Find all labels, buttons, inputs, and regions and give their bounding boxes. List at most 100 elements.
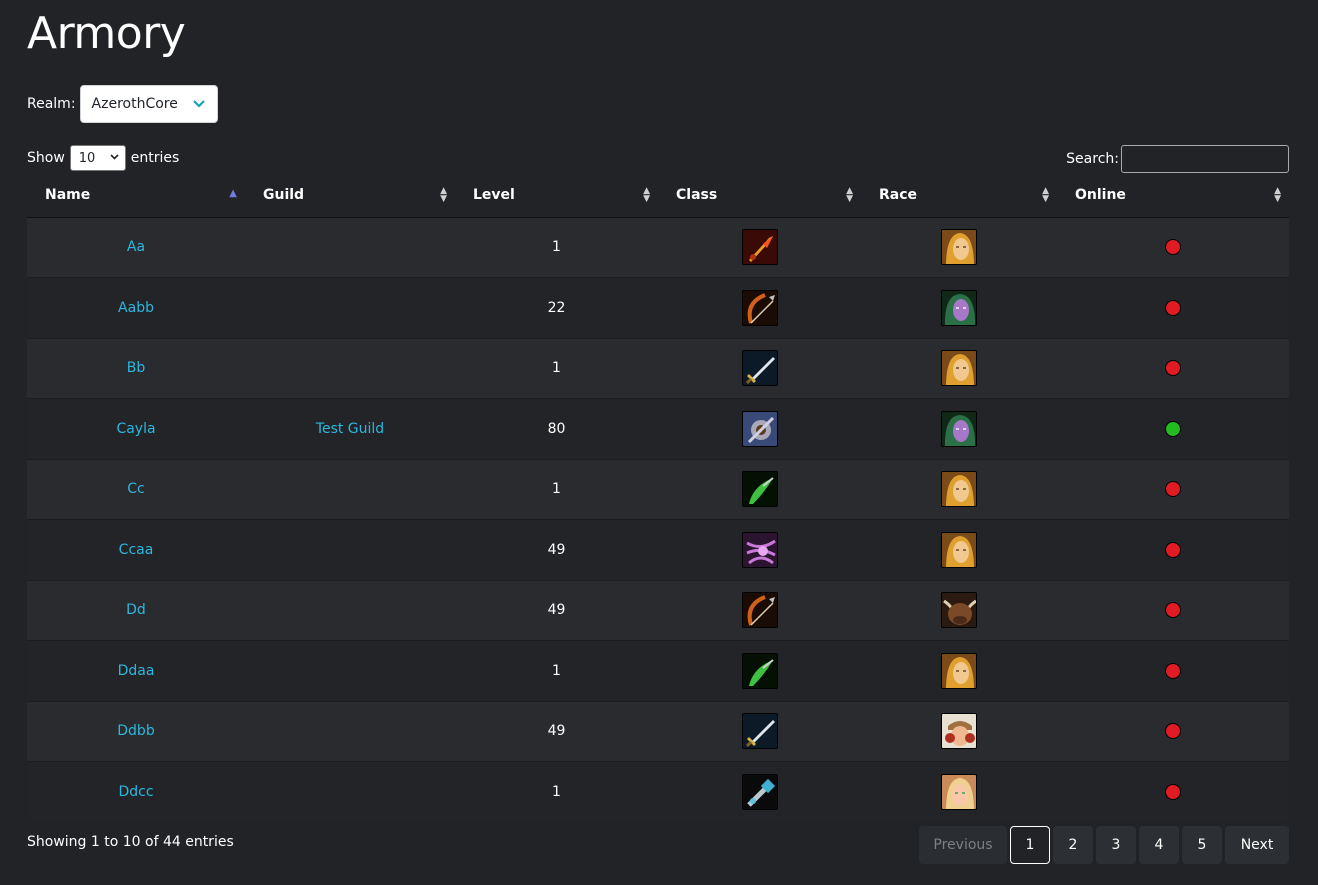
character-name-link[interactable]: Aabb (118, 300, 154, 316)
hunter-icon (741, 592, 778, 629)
cell-level: 1 (455, 458, 658, 520)
character-name-link[interactable]: Ccaa (119, 542, 154, 558)
level-value: 49 (547, 541, 566, 558)
cell-name: Dd (27, 579, 245, 641)
guild-link[interactable]: Test Guild (316, 421, 384, 437)
cell-level: 49 (455, 579, 658, 641)
search-input[interactable] (1121, 145, 1289, 173)
cell-level: 1 (455, 640, 658, 701)
table-row: Cc 1 (27, 458, 1289, 520)
cell-race (861, 579, 1057, 641)
previous-page-button[interactable]: Previous (919, 826, 1007, 864)
level-value: 1 (552, 481, 561, 498)
character-name-link[interactable]: Ddcc (118, 784, 153, 800)
cell-class (658, 640, 861, 701)
cell-class (658, 398, 861, 459)
cell-level: 49 (455, 700, 658, 762)
sort-icon: ▲ ▼ (846, 186, 853, 204)
sort-ascending-icon: ▲ (229, 188, 237, 199)
warrior-icon (741, 350, 778, 387)
cell-level: 1 (455, 761, 658, 822)
night-elf-female-icon (941, 289, 977, 326)
table-row: Bb 1 (27, 337, 1289, 399)
page-button-5[interactable]: 5 (1182, 826, 1222, 864)
table-row: Dd 49 (27, 579, 1289, 641)
cell-class (658, 337, 861, 399)
next-page-button[interactable]: Next (1225, 826, 1289, 864)
cell-name: Cayla (27, 398, 245, 459)
druid-icon (741, 471, 778, 508)
cell-online (1057, 216, 1289, 278)
character-name-link[interactable]: Ddbb (117, 723, 154, 739)
human-female-icon (941, 350, 977, 387)
character-name-link[interactable]: Ddaa (118, 663, 155, 679)
offline-status-icon (1165, 299, 1181, 316)
column-header-level[interactable]: Level ▲ ▼ (455, 174, 658, 218)
cell-race (861, 519, 1057, 580)
level-value: 80 (547, 420, 566, 437)
cell-class (658, 519, 861, 580)
cell-guild (245, 700, 455, 762)
table-body: Aa 1 Aabb 22 Bb 1 Cayla Test Guild 80 Cc 1 Ccaa 49 Dd… (27, 216, 1289, 822)
warrior-icon (741, 713, 778, 750)
human-female-icon (941, 471, 977, 508)
column-header-name[interactable]: Name ▲ (27, 174, 245, 218)
column-header-guild[interactable]: Guild ▲ ▼ (245, 174, 455, 218)
table-row: Aabb 22 (27, 277, 1289, 338)
character-name-link[interactable]: Cayla (116, 421, 155, 437)
cell-class (658, 700, 861, 762)
blood-elf-female-icon (941, 774, 977, 810)
cell-race (861, 640, 1057, 701)
page-button-1[interactable]: 1 (1010, 826, 1050, 864)
offline-status-icon (1165, 723, 1181, 740)
cell-name: Ddaa (27, 640, 245, 701)
length-suffix: entries (130, 150, 180, 166)
cell-race (861, 216, 1057, 278)
offline-status-icon (1165, 541, 1181, 558)
character-name-link[interactable]: Bb (127, 360, 146, 376)
page-button-3[interactable]: 3 (1096, 826, 1136, 864)
level-value: 49 (547, 602, 566, 619)
table-row: Cayla Test Guild 80 (27, 398, 1289, 459)
cell-race (861, 700, 1057, 762)
character-name-link[interactable]: Cc (127, 481, 144, 497)
cell-guild (245, 640, 455, 701)
chevron-down-icon (192, 96, 205, 112)
druid-icon (741, 652, 778, 689)
cell-online (1057, 579, 1289, 641)
cell-guild (245, 337, 455, 399)
table-info: Showing 1 to 10 of 44 entries (27, 834, 234, 850)
column-header-online[interactable]: Online ▲ ▼ (1057, 174, 1289, 218)
armory-table: Name ▲ Guild ▲ ▼ Level ▲ ▼ Class ▲ ▼ Race ▲ ▼ Onl… (27, 174, 1289, 822)
cell-race (861, 277, 1057, 338)
warlock-icon (741, 531, 778, 568)
sort-icon: ▲ ▼ (643, 186, 650, 204)
tauren-icon (941, 592, 977, 629)
table-header-row: Name ▲ Guild ▲ ▼ Level ▲ ▼ Class ▲ ▼ Race ▲ ▼ Onl… (27, 174, 1289, 218)
cell-class (658, 579, 861, 641)
level-value: 22 (547, 299, 566, 316)
cell-online (1057, 700, 1289, 762)
cell-online (1057, 337, 1289, 399)
sort-icon: ▲ ▼ (1042, 186, 1049, 204)
level-value: 1 (552, 239, 561, 256)
dwarf-female-icon (941, 713, 977, 750)
offline-status-icon (1165, 360, 1181, 377)
cell-online (1057, 277, 1289, 338)
cell-race (861, 337, 1057, 399)
rogue-icon (741, 229, 778, 266)
cell-guild (245, 579, 455, 641)
sort-icon: ▲ ▼ (440, 186, 447, 204)
entries-length-select[interactable]: 10 (69, 145, 126, 171)
level-value: 1 (552, 360, 561, 377)
page-button-2[interactable]: 2 (1053, 826, 1093, 864)
page-button-4[interactable]: 4 (1139, 826, 1179, 864)
cell-name: Aabb (27, 277, 245, 338)
column-header-race[interactable]: Race ▲ ▼ (861, 174, 1057, 218)
column-header-class[interactable]: Class ▲ ▼ (658, 174, 861, 218)
realm-select[interactable]: AzerothCore (79, 85, 218, 123)
character-name-link[interactable]: Dd (126, 602, 146, 618)
chevron-down-icon (110, 153, 119, 163)
cell-race (861, 458, 1057, 520)
character-name-link[interactable]: Aa (127, 239, 145, 255)
